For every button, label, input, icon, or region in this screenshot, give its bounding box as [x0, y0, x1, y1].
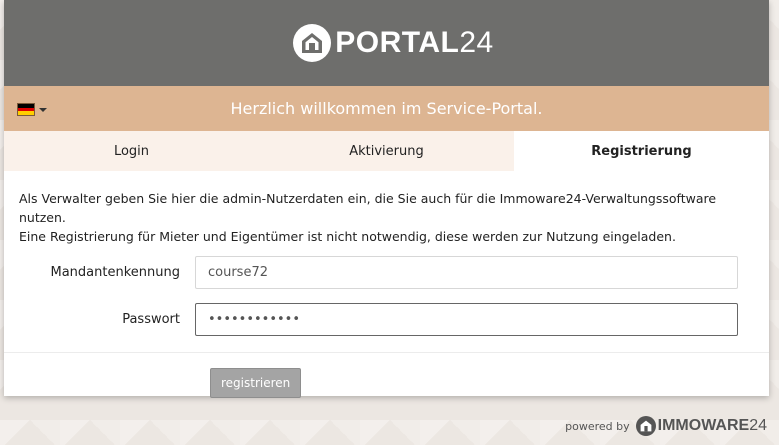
- welcome-bar: Herzlich willkommen im Service-Portal.: [4, 86, 769, 131]
- client-id-label: Mandantenkennung: [50, 265, 181, 280]
- register-button[interactable]: registrieren: [210, 368, 302, 398]
- immoware-main-text: IMMOWARE: [657, 417, 750, 434]
- form-divider: [4, 352, 769, 353]
- header: PORTAL24: [4, 0, 769, 86]
- tab-bar: Login Aktivierung Registrierung: [4, 131, 769, 171]
- client-id-input[interactable]: [195, 256, 738, 289]
- house-icon: [635, 416, 656, 436]
- logo-main-text: PORTAL: [335, 26, 460, 59]
- password-input[interactable]: [195, 303, 738, 336]
- registration-form: Als Verwalter geben Sie hier die admin-N…: [4, 171, 769, 336]
- intro-line-2: Eine Registrierung für Mieter und Eigent…: [19, 229, 676, 244]
- registration-panel: PORTAL24 Herzlich willkommen im Service-…: [4, 0, 769, 398]
- language-selector[interactable]: [17, 103, 47, 116]
- welcome-message: Herzlich willkommen im Service-Portal.: [230, 99, 543, 118]
- house-icon: [293, 24, 332, 62]
- immoware-wordmark: IMMOWARE24: [658, 417, 767, 435]
- tab-login[interactable]: Login: [4, 131, 259, 171]
- intro-text: Als Verwalter geben Sie hier die admin-N…: [19, 189, 754, 246]
- immoware-suffix-text: 24: [749, 417, 767, 434]
- immoware-logo: IMMOWARE24: [635, 416, 767, 436]
- button-row: registrieren: [4, 368, 769, 398]
- password-row: Passwort: [19, 303, 754, 336]
- caret-down-icon: [39, 107, 47, 112]
- portal-logo: PORTAL24: [293, 24, 493, 62]
- tab-aktivierung[interactable]: Aktivierung: [259, 131, 514, 171]
- powered-by: powered by IMMOWARE24: [565, 416, 767, 436]
- powered-by-text: powered by: [565, 419, 630, 433]
- client-id-row: Mandantenkennung: [19, 256, 754, 289]
- logo-wordmark: PORTAL24: [335, 26, 493, 60]
- password-label: Passwort: [122, 312, 180, 327]
- logo-suffix-text: 24: [459, 26, 494, 59]
- intro-line-1: Als Verwalter geben Sie hier die admin-N…: [19, 191, 717, 225]
- tab-registrierung[interactable]: Registrierung: [514, 131, 769, 171]
- germany-flag-icon: [17, 103, 35, 116]
